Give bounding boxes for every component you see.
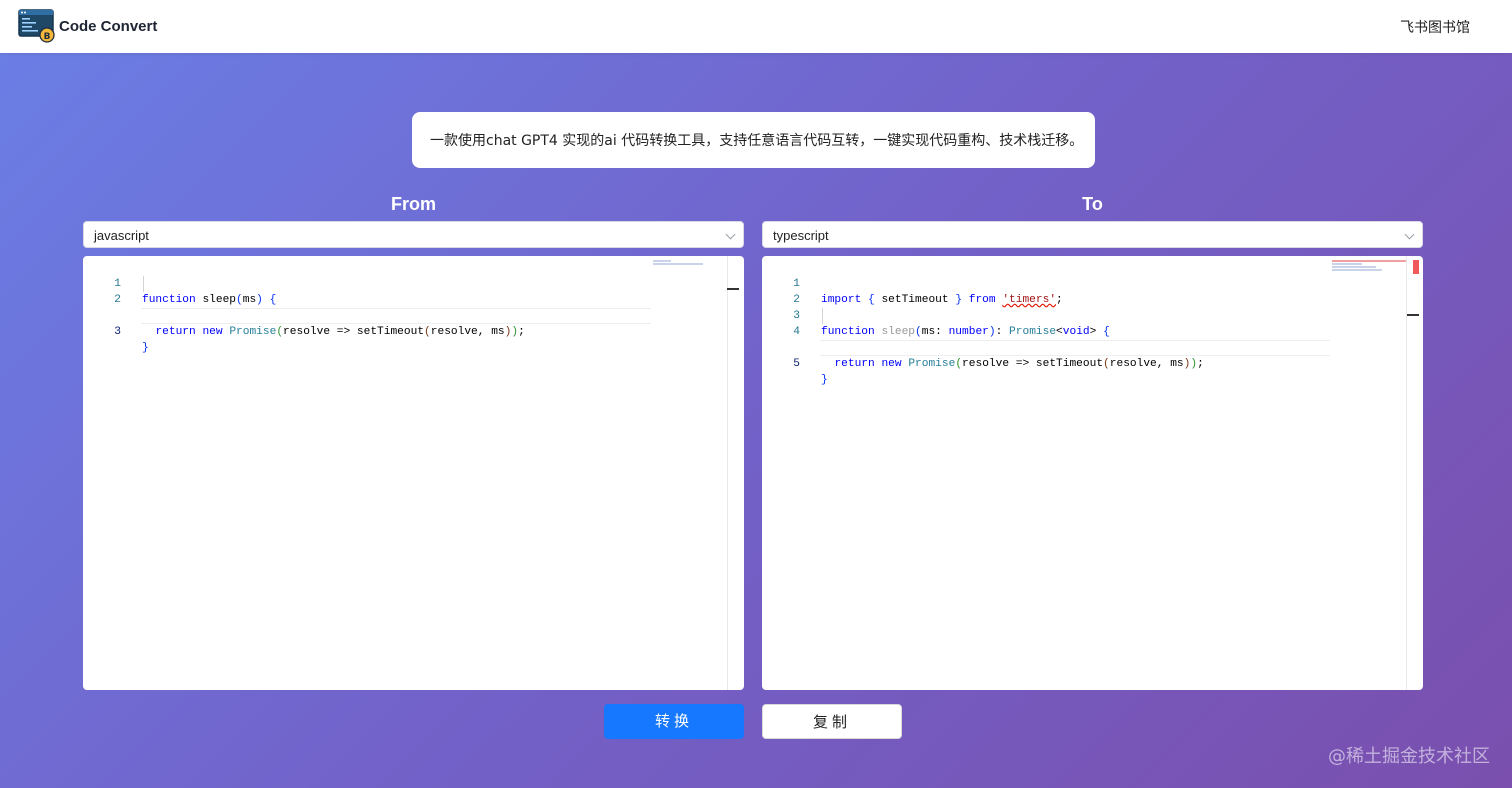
code-line: 3 } <box>83 292 744 354</box>
code-line-text: return new Promise(resolve => setTimeout… <box>155 326 525 338</box>
code-line: 5 } <box>762 324 1423 386</box>
scroll-position-marker <box>1407 314 1419 316</box>
convert-button[interactable]: 转换 <box>604 704 744 739</box>
code-line: 1 function sleep(ms) { <box>83 260 744 306</box>
from-title: From <box>391 194 436 214</box>
top-header: B Code Convert 飞书图书馆 <box>0 0 1512 53</box>
logo[interactable]: B Code Convert <box>18 9 157 43</box>
brand-name: Code Convert <box>59 17 158 35</box>
line-number: 3 <box>114 326 121 338</box>
watermark: @稀土掘金技术社区 <box>1328 746 1490 767</box>
code-line: 2 <box>762 276 1423 306</box>
copy-button[interactable]: 复制 <box>762 704 902 739</box>
nav-link-feishu-library[interactable]: 飞书图书馆 <box>1400 17 1470 37</box>
code-line-text: } <box>142 342 149 354</box>
code-window-bitcoin-icon: B <box>18 9 55 43</box>
vertical-scrollbar[interactable] <box>727 256 728 690</box>
code-line-text: return new Promise(resolve => setTimeout… <box>834 358 1204 370</box>
to-title: To <box>1082 194 1103 214</box>
chevron-down-icon <box>1404 229 1415 240</box>
line-number: 5 <box>793 358 800 370</box>
minimap[interactable] <box>1332 260 1406 272</box>
logo-badge: B <box>44 32 51 42</box>
minimap[interactable] <box>653 260 713 266</box>
code-line-text: } <box>821 374 828 386</box>
code-line: 2 return new Promise(resolve => setTimeo… <box>83 276 744 338</box>
description-banner: 一款使用chat GPT4 实现的ai 代码转换工具，支持任意语言代码互转，一键… <box>412 112 1095 168</box>
code-line: 1 import { setTimeout } from 'timers'; <box>762 260 1423 306</box>
to-language-select[interactable]: typescript <box>762 221 1423 248</box>
vertical-scrollbar[interactable] <box>1406 256 1407 690</box>
scroll-position-marker <box>727 288 739 290</box>
code-line: 3 function sleep(ms: number): Promise<vo… <box>762 292 1423 338</box>
to-code-editor[interactable]: 1 import { setTimeout } from 'timers'; 2… <box>762 256 1423 690</box>
from-language-value: javascript <box>94 228 149 243</box>
code-line: 4 return new Promise(resolve => setTimeo… <box>762 308 1423 370</box>
to-language-value: typescript <box>773 228 829 243</box>
from-language-select[interactable]: javascript <box>83 221 744 248</box>
error-marker <box>1413 260 1419 274</box>
chevron-down-icon <box>725 229 736 240</box>
from-code-editor[interactable]: 1 function sleep(ms) { 2 return new Prom… <box>83 256 744 690</box>
description-text: 一款使用chat GPT4 实现的ai 代码转换工具，支持任意语言代码互转，一键… <box>430 133 1084 149</box>
